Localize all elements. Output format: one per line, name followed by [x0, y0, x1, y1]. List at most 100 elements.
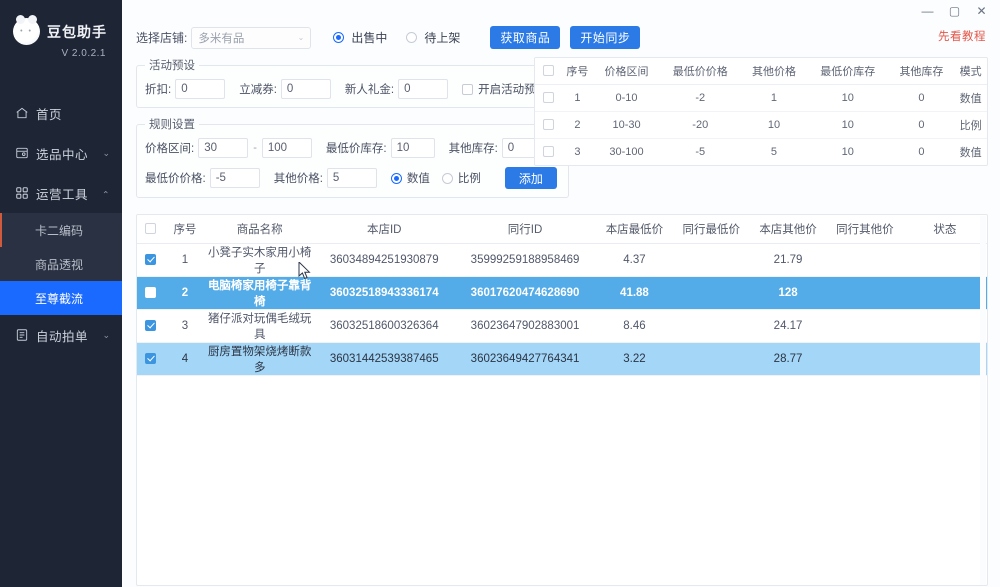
rule-settings-panel: 规则设置 价格区间: - 最低价库存: 其他 [136, 116, 569, 198]
lowest-price-stock-input[interactable] [391, 138, 435, 158]
radio-label-mode-value[interactable]: 数值 [407, 170, 430, 186]
table-row[interactable]: 2 10-30 -20 10 10 0 比例 [535, 111, 987, 138]
table-row[interactable]: 1 0-10 -2 1 10 0 数值 [535, 84, 987, 111]
products-cell-peer-id: 36023649427764341 [455, 342, 596, 375]
price-max-input[interactable] [262, 138, 312, 158]
rules-cell-other-price: 10 [741, 111, 807, 138]
price-min-input[interactable] [198, 138, 248, 158]
products-cell-own-id: 36032518600326364 [314, 309, 455, 342]
table-row[interactable]: 2 电脑椅家用椅子靠背椅 36032518943336174 360176204… [137, 276, 987, 309]
products-cell-own-other: 28.77 [749, 342, 827, 375]
products-cell-own-lowest: 4.37 [595, 243, 673, 276]
radio-pending-listing[interactable] [406, 32, 417, 43]
rules-row-checkbox-cell [535, 84, 561, 111]
products-row-checkbox[interactable] [145, 254, 156, 265]
products-row-checkbox[interactable] [145, 320, 156, 331]
rules-table-head: 序号 价格区间 最低价价格 其他价格 最低价库存 其他库存 模式 [535, 58, 987, 84]
close-icon[interactable]: ✕ [975, 5, 988, 18]
products-row-checkbox-cell [137, 243, 164, 276]
rules-select-all-checkbox[interactable] [543, 65, 554, 76]
sidebar-label-product-insight: 商品透视 [35, 256, 83, 273]
products-vertical-scrollbar[interactable] [980, 216, 986, 586]
sidebar-item-supreme-intercept[interactable]: 至尊截流 [0, 281, 122, 315]
products-cell-index: 2 [164, 276, 205, 309]
shop-select-label: 选择店铺: [136, 29, 187, 46]
products-cell-peer-lowest [673, 342, 749, 375]
lowest-price-stock-field: 最低价库存: [326, 138, 435, 158]
radio-label-pending-listing[interactable]: 待上架 [424, 29, 460, 46]
radio-mode-ratio[interactable] [442, 173, 453, 184]
rules-cell-lowest-price: -2 [659, 84, 741, 111]
products-cell-own-other: 24.17 [749, 309, 827, 342]
products-cell-name: 电脑椅家用椅子靠背椅 [206, 276, 314, 309]
coupon-label: 立减券: [239, 81, 277, 97]
rules-cell-mode: 比例 [954, 111, 987, 138]
main-content: — ▢ ✕ 选择店铺: 多米有品 ⌄ 出售中 待上架 获取商品 开始同步 先看教… [122, 0, 1000, 587]
table-row[interactable]: 1 小凳子实木家用小椅子 36034894251930879 359992591… [137, 243, 987, 276]
table-row[interactable]: 3 30-100 -5 5 10 0 数值 [535, 138, 987, 165]
other-price-value-input[interactable] [327, 168, 377, 188]
rules-row-checkbox[interactable] [543, 92, 554, 103]
products-col-own-lowest: 本店最低价 [595, 215, 673, 243]
table-row[interactable]: 3 猪仔派对玩偶毛绒玩具 36032518600326364 360236479… [137, 309, 987, 342]
shop-select-dropdown[interactable]: 多米有品 ⌄ [191, 27, 311, 49]
sidebar-label-select-center: 选品中心 [36, 144, 102, 163]
chevron-up-icon-operation-tools[interactable]: ⌄ [102, 188, 110, 199]
products-col-peer-lowest: 同行最低价 [673, 215, 749, 243]
lowest-price-value-input[interactable] [210, 168, 260, 188]
fetch-products-button[interactable]: 获取商品 [490, 26, 560, 49]
rules-col-mode: 模式 [954, 58, 987, 84]
coupon-input[interactable] [281, 79, 331, 99]
maximize-icon[interactable]: ▢ [948, 5, 961, 18]
products-col-own-other: 本店其他价 [749, 215, 827, 243]
sidebar-nav: 首页 选品中心 ⌄ 运营工具 ⌄ [0, 93, 122, 355]
rules-select-all-cell [535, 58, 561, 84]
table-row[interactable]: 4 厨房置物架烧烤断款多 36031442539387465 360236494… [137, 342, 987, 375]
radio-mode-value[interactable] [391, 173, 402, 184]
products-row-checkbox[interactable] [145, 287, 156, 298]
products-cell-peer-other [827, 309, 903, 342]
radio-on-sale[interactable] [333, 32, 344, 43]
products-header-row: 序号 商品名称 本店ID 同行ID 本店最低价 同行最低价 本店其他价 同行其他… [137, 215, 987, 243]
radio-label-on-sale[interactable]: 出售中 [351, 29, 387, 46]
home-icon [14, 106, 29, 121]
sidebar-item-select-center[interactable]: 选品中心 ⌄ [0, 133, 122, 173]
rules-col-lowest-price: 最低价价格 [659, 58, 741, 84]
radio-label-mode-ratio[interactable]: 比例 [458, 170, 481, 186]
products-row-checkbox[interactable] [145, 353, 156, 364]
app-logo: • • 豆包助手 [0, 0, 122, 45]
mode-radio-group: 数值 比例 [391, 170, 491, 186]
start-sync-button[interactable]: 开始同步 [570, 26, 640, 49]
sidebar-item-product-insight[interactable]: 商品透视 [0, 247, 122, 281]
products-cell-index: 4 [164, 342, 205, 375]
sidebar-label-auto-order: 自动拍单 [36, 326, 102, 345]
rules-col-index: 序号 [561, 58, 594, 84]
chevron-down-icon-select-center[interactable]: ⌄ [102, 148, 110, 159]
products-select-all-checkbox[interactable] [145, 223, 156, 234]
sidebar-item-auto-order[interactable]: 自动拍单 ⌄ [0, 315, 122, 355]
products-cell-peer-id: 35999259188958469 [455, 243, 596, 276]
rules-row-checkbox[interactable] [543, 119, 554, 130]
rules-col-lowest-stock: 最低价库存 [807, 58, 889, 84]
minimize-icon[interactable]: — [921, 5, 934, 18]
sidebar-item-operation-tools[interactable]: 运营工具 ⌄ [0, 173, 122, 213]
price-range-label: 价格区间: [145, 140, 194, 156]
products-cell-peer-other [827, 342, 903, 375]
products-row-checkbox-cell [137, 309, 164, 342]
rules-cell-lowest-stock: 10 [807, 138, 889, 165]
discount-input[interactable] [175, 79, 225, 99]
rules-cell-mode: 数值 [954, 138, 987, 165]
rules-row-checkbox-cell [535, 111, 561, 138]
tutorial-link[interactable]: 先看教程 [938, 28, 986, 44]
add-rule-button[interactable]: 添加 [505, 167, 557, 189]
products-cell-name: 厨房置物架烧烤断款多 [206, 342, 314, 375]
rules-row-checkbox[interactable] [543, 146, 554, 157]
chevron-down-icon-auto-order[interactable]: ⌄ [102, 330, 110, 341]
newcomer-gift-input[interactable] [398, 79, 448, 99]
rules-row-checkbox-cell [535, 138, 561, 165]
enable-activity-preset-checkbox[interactable] [462, 84, 473, 95]
products-cell-status [903, 309, 987, 342]
sidebar-item-card-code[interactable]: 卡二编码 [0, 213, 122, 247]
sidebar-item-home[interactable]: 首页 [0, 93, 122, 133]
products-select-all-cell [137, 215, 164, 243]
